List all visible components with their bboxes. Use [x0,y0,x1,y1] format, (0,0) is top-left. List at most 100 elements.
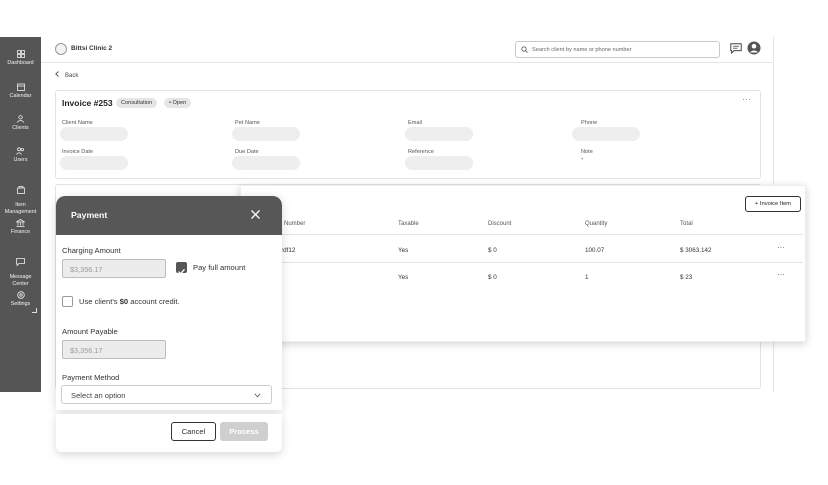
use-credit-checkbox[interactable] [62,296,73,307]
amount-payable-label: Amount Payable [62,327,118,336]
sidebar-item-label: Finance [10,229,31,235]
pay-full-amount-checkbox[interactable] [176,262,187,275]
chevron-left-icon [55,71,59,77]
amount-payable-value: $3,356.17 [70,346,103,355]
sidebar-item-item-management[interactable]: Item Management [0,179,41,215]
clinic-name: Bittsi Clinic 2 [71,45,113,52]
sidebar-item-dashboard[interactable]: Dashboard [0,50,41,67]
due-date-label: Due Date [235,149,259,155]
email-value [405,127,473,141]
reference-value [405,156,473,170]
invoice-title: Invoice #253 [62,98,113,108]
clinic-logo [55,43,67,55]
payment-modal-title: Payment [71,210,108,220]
settings-icon [16,291,25,299]
invoice-details-card: Invoice #253 Consultation • Open ··· Cli… [55,90,761,179]
reference-label: Reference [408,149,434,155]
users-icon [16,147,24,155]
status-badge-label: Open [172,100,187,106]
client-name-value [60,127,128,141]
payment-method-placeholder: Select an option [71,391,126,400]
sidebar-item-label: Users [13,157,28,163]
note-label: Note [581,149,593,155]
sidebar-item-label: Clients [12,125,29,131]
row-more-icon[interactable]: ··· [777,270,785,279]
sidebar-item-label: Calendar [9,93,32,99]
sidebar-item-label: Dashboard [7,60,34,66]
sidebar-item-finance[interactable]: Finance [0,219,41,236]
search-placeholder: Search client by name or phone number [532,47,632,53]
chevron-down-icon [254,393,261,398]
pet-name-value [232,127,300,141]
screen: Dashboard Calendar Clients Users Item Ma… [0,0,828,485]
payment-modal: Payment Charging Amount $3,356.17 Pay fu… [56,196,282,410]
use-credit-label: Use client's $0 account credit. [79,297,180,306]
cell-taxable: Yes [398,274,409,281]
sidebar-item-label: Item Management [4,202,37,215]
message-center-icon [16,257,25,266]
add-invoice-item-button[interactable]: + Invoice Item [745,196,801,212]
checkmark-icon [178,268,185,275]
finance-icon [16,219,25,227]
payment-method-label: Payment Method [62,373,120,382]
payment-method-select[interactable]: Select an option [61,385,272,404]
invoice-date-value [60,156,128,170]
invoice-more-icon[interactable]: ··· [742,95,752,104]
user-avatar-icon[interactable] [747,41,761,55]
pay-full-amount-label: Pay full amount [193,263,246,272]
credit-label-suffix: account credit. [128,297,180,306]
sidebar-resize-handle[interactable] [32,308,37,313]
back-label: Back [65,73,79,79]
cell-discount: $ 0 [488,274,497,281]
column-header-discount: Discount [488,221,512,227]
due-date-value [232,156,300,170]
sidebar-item-message-center[interactable]: Message Center [0,251,41,287]
cell-taxable: Yes [398,247,409,254]
row-more-icon[interactable]: ··· [777,243,785,252]
top-bar: Bittsi Clinic 2 Search client by name or… [41,37,774,63]
sidebar-item-settings[interactable]: Settings [0,291,41,308]
payment-modal-header: Payment [56,196,282,235]
phone-value [572,127,640,141]
sidebar-item-calendar[interactable]: Calendar [0,83,41,100]
calendar-icon [16,83,25,91]
cell-quantity: 100.07 [585,247,605,254]
type-badge: Consultation [116,98,158,108]
column-header-number: Number [284,221,306,227]
cell-quantity: 1 [585,274,589,281]
invoice-items-table: + Invoice Item Number Taxable Discount Q… [240,185,806,342]
clients-icon [16,115,25,123]
column-header-quantity: Quantity [585,221,608,227]
credit-amount: $0 [119,297,129,306]
credit-label-prefix: Use client's [79,297,120,306]
cancel-button[interactable]: Cancel [171,422,216,441]
payment-modal-footer: Cancel Process [56,414,282,452]
charging-amount-value: $3,356.17 [70,265,103,274]
search-icon [521,46,528,53]
pet-name-label: Pet Name [235,120,260,126]
sidebar-item-clients[interactable]: Clients [0,115,41,132]
charging-amount-label: Charging Amount [62,246,121,255]
cell-total: $ 3063.142 [680,247,712,254]
client-name-label: Client Name [62,120,93,126]
sidebar-item-label: Message Center [9,274,32,287]
search-input[interactable]: Search client by name or phone number [515,41,720,58]
column-header-total: Total [680,221,693,227]
cell-total: $ 23 [680,274,693,281]
sidebar-item-users[interactable]: Users [0,147,41,164]
chat-icon[interactable] [730,43,742,54]
back-link[interactable]: Back [55,71,78,79]
status-badge: • Open [164,98,192,108]
table-row-divider [241,262,803,263]
sidebar: Dashboard Calendar Clients Users Item Ma… [0,37,41,392]
amount-payable-input[interactable]: $3,356.17 [62,340,166,359]
item-management-icon [16,185,25,194]
charging-amount-input[interactable]: $3,356.17 [62,259,166,278]
sidebar-item-label: Settings [10,301,31,307]
cell-number: zdf12 [280,247,296,254]
process-button[interactable]: Process [220,422,268,441]
phone-label: Phone [581,120,598,126]
dashboard-icon [16,50,25,58]
cell-discount: $ 0 [488,247,497,254]
close-icon[interactable] [250,209,261,220]
